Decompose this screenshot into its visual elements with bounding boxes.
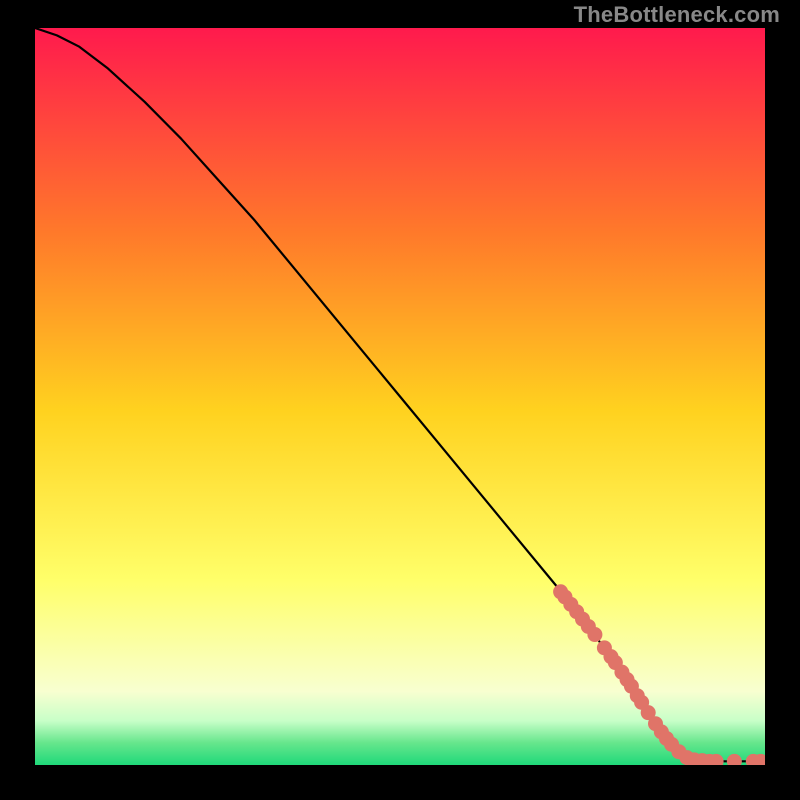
chart-frame: TheBottleneck.com [0,0,800,800]
data-marker [587,627,602,642]
watermark-text: TheBottleneck.com [574,2,780,28]
chart-svg [35,28,765,765]
plot-area [35,28,765,765]
